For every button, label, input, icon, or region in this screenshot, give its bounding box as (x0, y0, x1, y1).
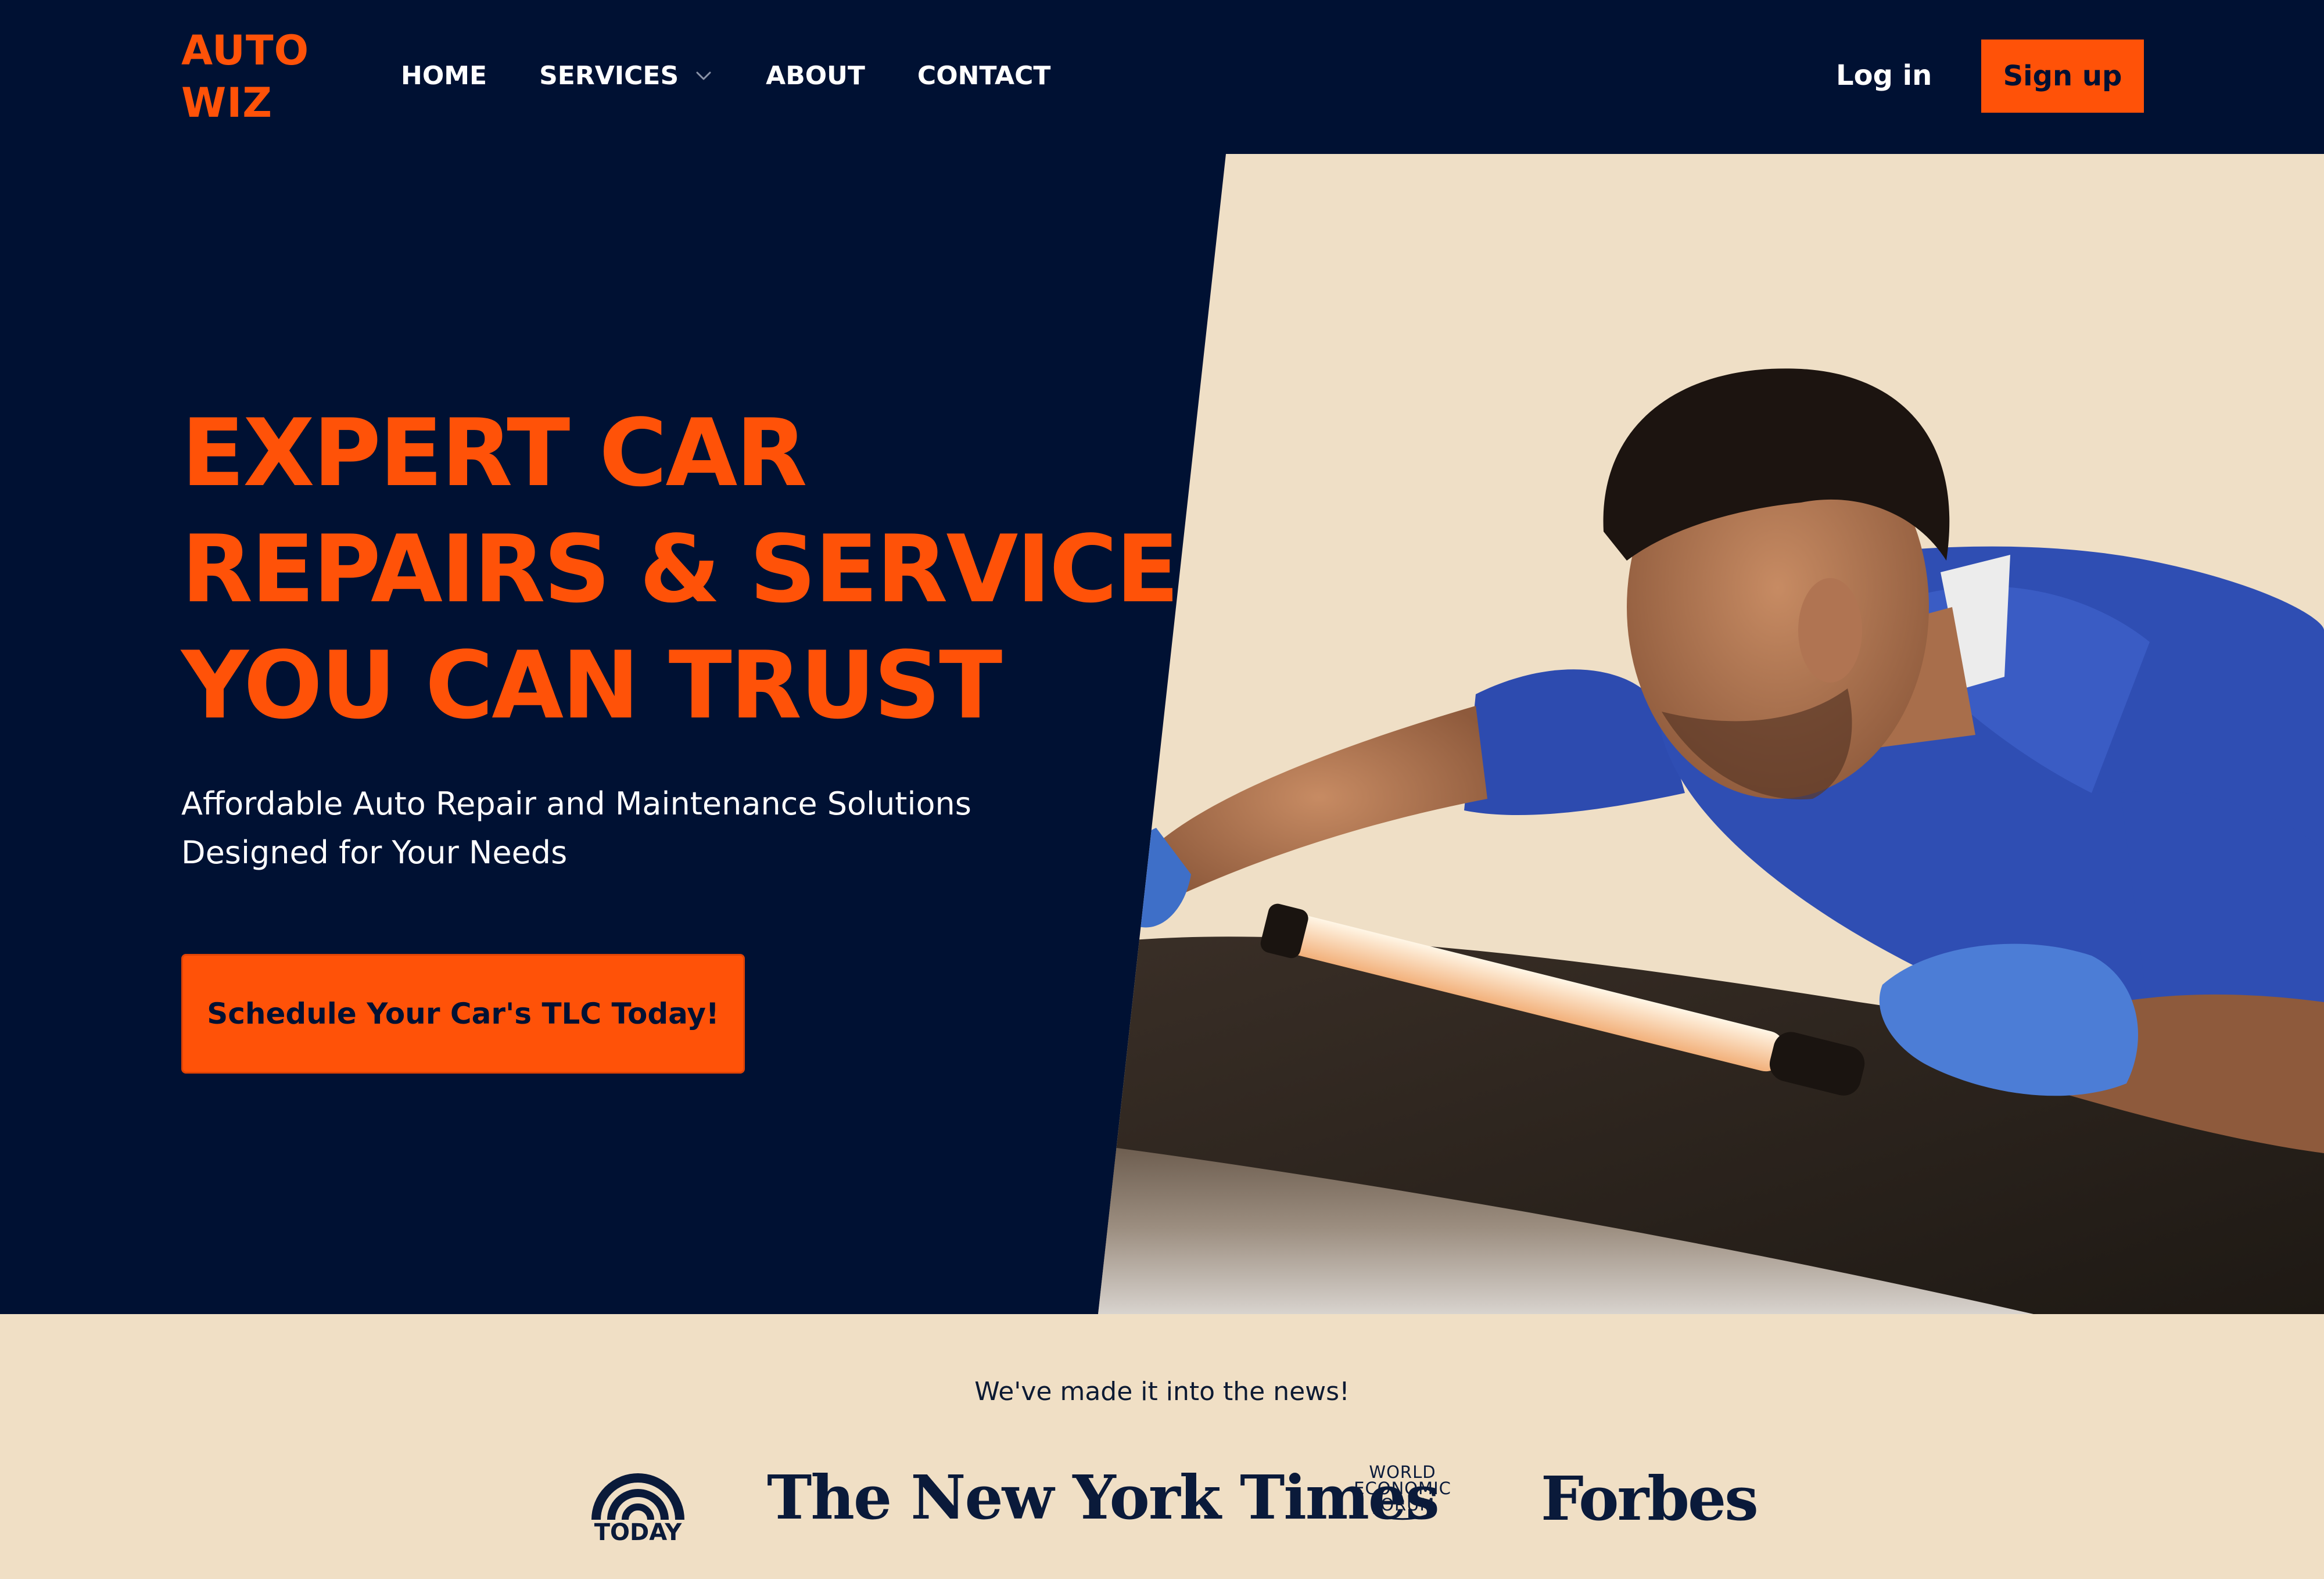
hero-photo-group (1098, 154, 2324, 1314)
brand-logo[interactable]: AUTO WIZ (181, 24, 327, 129)
login-link[interactable]: Log in (1836, 55, 1932, 96)
hero-subtitle-line-2: Designed for Your Needs (181, 834, 568, 871)
signup-button[interactable]: Sign up (1981, 40, 2144, 113)
forbes-logo: Forbes (1541, 1463, 1759, 1534)
nav-contact-label: CONTACT (917, 60, 1051, 91)
chevron-down-icon (696, 71, 711, 80)
hero-title: EXPERT CAR REPAIRS & SERVICE YOU CAN TRU… (181, 395, 1179, 744)
schedule-cta-button[interactable]: Schedule Your Car's TLC Today! (181, 954, 745, 1074)
today-logo: TODAY (591, 1469, 684, 1544)
hero-title-line-3: YOU CAN TRUST (181, 631, 1002, 740)
wef-logo: WORLD ECONOMIC FORUM (1344, 1464, 1461, 1539)
wef-line-1: WORLD (1369, 1462, 1436, 1482)
site-header: AUTO WIZ HOME SERVICES ABOUT CONTACT Log… (0, 0, 2324, 154)
nav-about-label: ABOUT (766, 60, 865, 91)
nav-home[interactable]: HOME (401, 61, 487, 91)
hero-subtitle: Affordable Auto Repair and Maintenance S… (181, 780, 1111, 877)
nyt-logo: The New York Times (767, 1462, 1440, 1533)
nav-home-label: HOME (401, 60, 487, 91)
hero-subtitle-line-1: Affordable Auto Repair and Maintenance S… (181, 785, 971, 822)
press-section: We've made it into the news! (0, 1314, 2324, 1579)
nav-contact[interactable]: CONTACT (917, 61, 1050, 91)
main-nav: HOME SERVICES ABOUT CONTACT (401, 55, 1103, 96)
hero-title-line-1: EXPERT CAR (181, 399, 808, 507)
brand-line-1: AUTO (181, 27, 310, 74)
nav-services[interactable]: SERVICES (539, 61, 713, 91)
brand-line-2: WIZ (181, 79, 273, 127)
nav-about[interactable]: ABOUT (766, 61, 865, 91)
nav-services-label: SERVICES (539, 60, 679, 91)
press-heading: We've made it into the news! (974, 1377, 1350, 1406)
today-rainbow-icon (591, 1473, 684, 1520)
wef-line-2: ECONOMIC (1354, 1478, 1451, 1498)
hero-title-line-2: REPAIRS & SERVICE (181, 515, 1179, 623)
today-logo-text: TODAY (594, 1519, 682, 1546)
